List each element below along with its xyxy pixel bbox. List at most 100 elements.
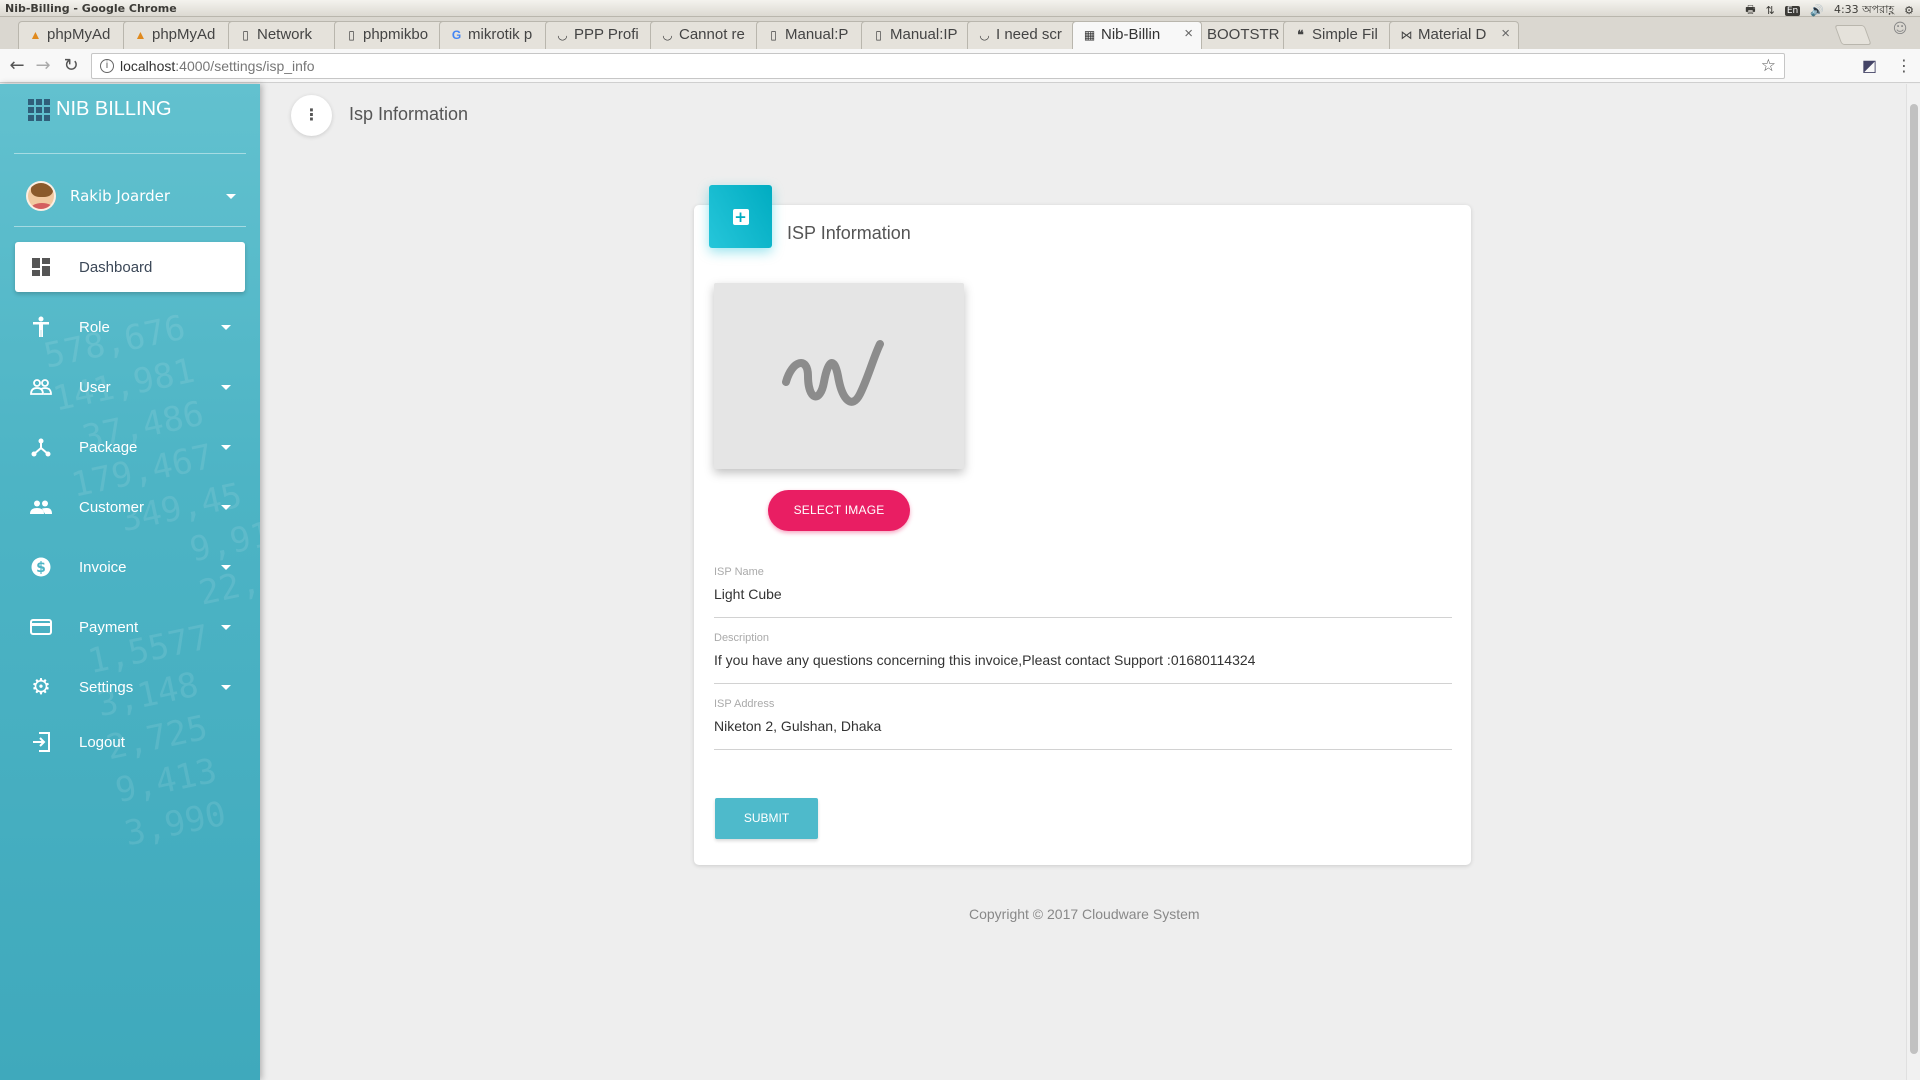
info-icon[interactable]: i [100,59,114,73]
description-field[interactable]: Description If you have any questions co… [714,632,1452,684]
sidebar-item-label: Dashboard [79,258,153,276]
wave-logo-icon [782,340,884,406]
sidebar-divider [14,153,246,154]
chevron-down-icon [221,564,231,570]
keyboard-layout-indicator[interactable]: En [1784,5,1801,16]
back-arrow-icon[interactable]: ← [6,55,28,77]
network-arrows-icon[interactable]: ⇅ [1766,4,1775,17]
image-preview [714,283,964,469]
os-top-bar: Nib-Billing - Google Chrome 🖶 ⇅ En 🔊 4:3… [0,0,1920,17]
scrollbar-thumb[interactable] [1910,104,1918,1054]
brand-logo[interactable]: NIB BILLING [28,98,172,121]
isp-name-label: ISP Name [714,566,764,578]
user-name: Rakib Joarder [70,187,171,205]
chrome-menu-icon[interactable]: ⋮ [1896,56,1912,75]
isp-address-value[interactable]: Niketon 2, Gulshan, Dhaka [714,718,881,734]
sidebar-item-payment[interactable]: Payment [15,602,245,652]
logout-icon [29,730,53,754]
bookmark-star-icon[interactable]: ☆ [1761,56,1776,76]
extension-icon[interactable]: ◩ [1862,56,1877,75]
avatar [26,181,56,211]
chevron-down-icon [221,384,231,390]
submit-button[interactable]: SUBMIT [715,798,818,839]
browser-tab[interactable]: ⋈ Material D × [1389,21,1519,49]
dollar-icon: $ [29,555,53,579]
more-vert-button[interactable]: ⋮ [291,95,332,136]
sidebar-item-invoice[interactable]: $ Invoice [15,542,245,592]
sidebar-item-package[interactable]: Package [15,422,245,472]
isp-address-field[interactable]: ISP Address Niketon 2, Gulshan, Dhaka [714,698,1452,750]
chevron-down-icon [221,324,231,330]
mikrotik-icon: ◡ [979,28,990,42]
page-icon: ▯ [348,28,355,42]
users-icon [29,375,53,399]
description-value[interactable]: If you have any questions concerning thi… [714,652,1255,668]
isp-name-field[interactable]: ISP Name Light Cube [714,566,1452,618]
sidebar-item-label: Logout [79,733,125,751]
close-icon[interactable]: × [1184,25,1193,42]
group-icon [29,495,53,519]
isp-name-value[interactable]: Light Cube [714,586,782,602]
grid-icon: ▦ [1083,28,1096,42]
profile-icon[interactable]: ☺ [1886,21,1914,43]
volume-icon[interactable]: 🔊 [1810,4,1824,17]
sidebar-item-settings[interactable]: ⚙ Settings [15,662,245,712]
sidebar-divider [14,226,246,227]
select-image-button[interactable]: SELECT IMAGE [768,490,910,531]
address-bar[interactable]: i localhost:4000/settings/isp_info ☆ [91,53,1785,79]
close-icon[interactable]: × [1501,25,1510,42]
system-gear-icon[interactable]: ⚙ [1904,4,1914,17]
mikrotik-icon: ◡ [662,28,673,42]
reload-icon[interactable]: ↻ [60,55,82,77]
sidebar-item-label: User [79,378,111,396]
card-header-icon: + [709,185,772,248]
sidebar-item-role[interactable]: Role [15,302,245,352]
sidebar: 578,676 141,981 37,486 179,467 349,45 9,… [0,84,260,1080]
browser-toolbar: ← → ↻ i localhost:4000/settings/isp_info… [0,49,1920,83]
page-icon: ▯ [875,28,882,42]
browser-tab-strip: ▲phpMyAd× ▲phpMyAd× ▯Network× ▯phpmikbo×… [0,17,1920,49]
network-icon [29,435,53,459]
page-scrollbar[interactable] [1906,84,1920,1080]
sidebar-item-label: Customer [79,498,145,516]
sidebar-item-label: Settings [79,678,134,696]
sidebar-item-user[interactable]: User [15,362,245,412]
page-icon: ▯ [770,28,777,42]
sidebar-item-label: Package [79,438,138,456]
chevron-down-icon [221,504,231,510]
quote-icon: ❝ [1297,28,1304,42]
brand-name: NIB BILLING [56,98,172,120]
browser-tab-active[interactable]: ▦ Nib-Billin × [1072,21,1202,49]
chevron-down-icon [221,684,231,690]
person-icon [29,315,53,339]
brand-grid-icon [28,98,50,121]
sidebar-item-customer[interactable]: Customer [15,482,245,532]
chevron-down-icon [221,444,231,450]
url-path: :4000/settings/isp_info [175,58,315,74]
forward-arrow-icon[interactable]: → [32,55,54,77]
google-icon: G [451,28,462,42]
sidebar-item-logout[interactable]: Logout [15,717,245,767]
sidebar-item-dashboard[interactable]: Dashboard [15,242,245,292]
pma-icon: ▲ [29,28,42,42]
svg-text:$: $ [36,560,46,576]
window-title: Nib-Billing - Google Chrome [5,2,177,15]
page-icon: ▯ [242,28,249,42]
description-label: Description [714,632,770,644]
sidebar-item-label: Payment [79,618,139,636]
chevron-down-icon [221,624,231,630]
sidebar-item-label: Invoice [79,558,127,576]
bowtie-icon: ⋈ [1400,28,1413,42]
sidebar-item-label: Role [79,318,110,336]
page-title: Isp Information [349,104,469,124]
user-menu[interactable]: Rakib Joarder [26,176,236,216]
dashboard-icon [29,255,53,279]
chevron-down-icon [226,193,236,199]
isp-address-label: ISP Address [714,698,775,710]
card-title: ISP Information [787,223,911,243]
add-box-icon: + [732,207,749,226]
gear-icon: ⚙ [31,674,51,699]
footer-copyright: Copyright © 2017 Cloudware System [969,906,1200,922]
url-host: localhost [120,58,176,74]
new-tab-button[interactable] [1834,25,1872,45]
